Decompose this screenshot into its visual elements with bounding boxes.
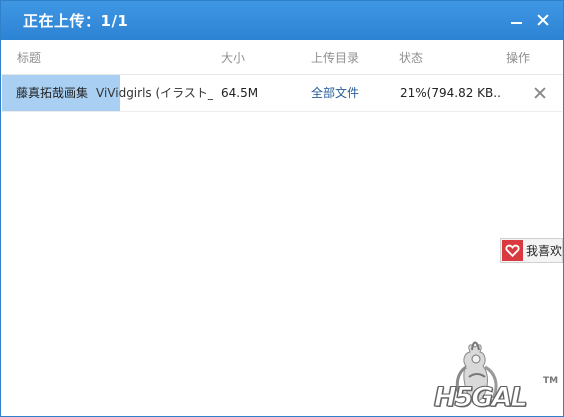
favorite-label: 我喜欢 [526,244,563,258]
watermark-trademark: TM [543,376,559,386]
title-bar[interactable]: 正在上传：1/1 [1,1,563,40]
upload-dir-link[interactable]: 全部文件 [311,85,359,101]
header-size: 大小 [221,51,246,65]
watermark-logo: H5GAL [434,382,529,414]
upload-row[interactable]: 藤真拓哉画集 ViVidgirls (イラスト_... 64.5M 全部文件 21… [2,75,562,112]
favorite-button[interactable]: 我喜欢 [500,238,563,263]
file-size: 64.5M [221,86,259,100]
header-operation: 操作 [506,51,531,65]
minimize-icon[interactable] [507,10,527,30]
cancel-upload-icon[interactable] [532,85,548,101]
window-title: 正在上传：1/1 [23,12,129,30]
header-title: 标题 [17,51,42,65]
file-title: 藤真拓哉画集 ViVidgirls (イラスト_... [16,85,213,101]
h5gal-watermark: H5GAL TM [421,339,563,415]
table-header: 标题 大小 上传目录 状态 操作 [1,40,563,75]
upload-window: 正在上传：1/1 标题 大小 上传目录 状态 操作 藤真拓哉画集 ViVidgir… [0,0,564,417]
file-title-sub: ViVidgirls (イラスト_... [96,86,213,100]
file-title-main: 藤真拓哉画集 [16,86,89,100]
header-upload-dir: 上传目录 [311,51,360,65]
header-status: 状态 [399,51,424,65]
close-icon[interactable] [533,10,553,30]
upload-status: 21%(794.82 KB... [400,86,500,100]
heart-icon [502,240,523,261]
